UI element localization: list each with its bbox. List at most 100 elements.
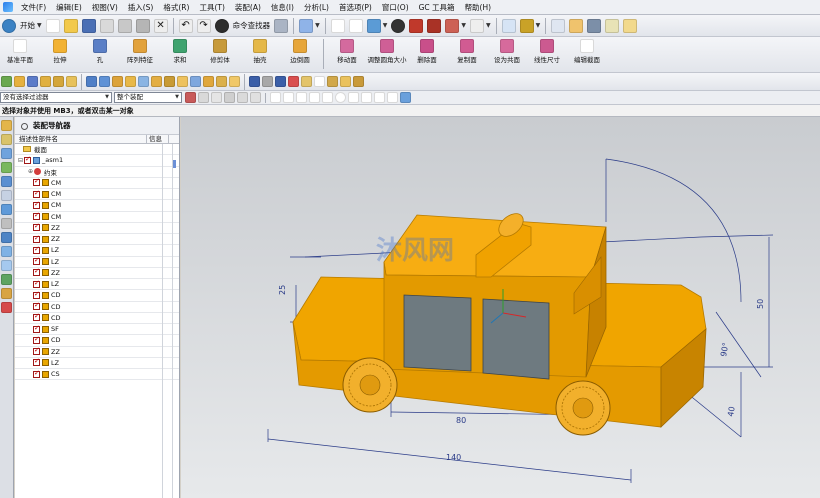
control-point-icon[interactable]: [309, 92, 320, 103]
constraint-navigator-tab-icon[interactable]: [1, 134, 12, 145]
replace-icon[interactable]: [177, 76, 188, 87]
tree-row-part[interactable]: LZ: [15, 357, 179, 369]
visual-tab-icon[interactable]: [1, 288, 12, 299]
deselect-icon[interactable]: [211, 92, 222, 103]
redo-icon[interactable]: ↷: [196, 18, 211, 33]
make-coplanar-button[interactable]: 设为共面: [488, 39, 526, 64]
tree-row-root[interactable]: ⊟ _asm1: [15, 155, 179, 167]
unite-button[interactable]: 求和: [161, 39, 199, 64]
chevron-down-icon[interactable]: ▼: [536, 22, 541, 29]
reposition-icon[interactable]: [190, 76, 201, 87]
tree-row-part[interactable]: LZ: [15, 279, 179, 291]
copy-face-button[interactable]: 复制面: [448, 39, 486, 64]
properties-icon[interactable]: [340, 76, 351, 87]
visibility-checkbox[interactable]: [33, 189, 40, 198]
menu-information[interactable]: 信息(I): [266, 0, 299, 15]
tree-row-part[interactable]: CS: [15, 369, 179, 381]
measure-icon[interactable]: [605, 18, 620, 33]
snap-settings-icon[interactable]: [400, 92, 411, 103]
triangle-icon[interactable]: [314, 76, 325, 87]
select-face-icon[interactable]: [237, 92, 248, 103]
edge-blend-button[interactable]: 边倒圆: [281, 39, 319, 64]
chevron-down-icon[interactable]: ▼: [383, 22, 388, 29]
tree-row-part[interactable]: ZZ: [15, 346, 179, 358]
select-all-icon[interactable]: [198, 92, 209, 103]
tree-row-part[interactable]: SF: [15, 324, 179, 336]
clearance-icon[interactable]: [216, 76, 227, 87]
visibility-checkbox[interactable]: [33, 335, 40, 344]
wave-icon[interactable]: [203, 76, 214, 87]
visibility-checkbox[interactable]: [33, 177, 40, 187]
component-icon[interactable]: [99, 76, 110, 87]
analysis-icon[interactable]: [587, 18, 602, 33]
assembly-navigator-tab-icon[interactable]: [1, 120, 12, 131]
mirror-icon[interactable]: [151, 76, 162, 87]
stop-icon[interactable]: [288, 76, 299, 87]
chevron-down-icon[interactable]: ▼: [37, 22, 42, 29]
visibility-checkbox[interactable]: [33, 312, 40, 322]
layer-icon[interactable]: [501, 18, 516, 33]
edit-section-button[interactable]: 编辑截面: [568, 39, 606, 64]
section-view-icon[interactable]: [445, 18, 460, 33]
arc-center-icon[interactable]: [335, 92, 346, 103]
copy-icon[interactable]: [117, 18, 132, 33]
tree-row-part[interactable]: CM: [15, 200, 179, 212]
pattern-feature-button[interactable]: 阵列特征: [121, 39, 159, 64]
revolve-icon[interactable]: [53, 76, 64, 87]
roles-tab-icon[interactable]: [1, 246, 12, 257]
tree-row-part[interactable]: CD: [15, 312, 179, 324]
scrollbar-thumb[interactable]: [173, 160, 176, 168]
save-icon[interactable]: [81, 18, 96, 33]
tree-row-part[interactable]: ZZ: [15, 222, 179, 234]
tree-row-part[interactable]: ZZ: [15, 267, 179, 279]
reuse-library-tab-icon[interactable]: [1, 162, 12, 173]
clock-icon[interactable]: [1, 232, 12, 243]
tube-icon[interactable]: [66, 76, 77, 87]
start-button[interactable]: 开始: [18, 20, 37, 31]
tree-row-part[interactable]: CM: [15, 189, 179, 201]
menu-tools[interactable]: 工具(T): [194, 0, 229, 15]
hole-button[interactable]: 孔: [81, 39, 119, 64]
extrude-button[interactable]: 拉伸: [41, 39, 79, 64]
select-edge-icon[interactable]: [250, 92, 261, 103]
visibility-checkbox[interactable]: [33, 211, 40, 221]
visibility-checkbox[interactable]: [33, 245, 40, 254]
mate-icon[interactable]: [125, 76, 136, 87]
mid-point-icon[interactable]: [296, 92, 307, 103]
zoom-icon[interactable]: [348, 18, 363, 33]
graphics-window[interactable]: 25 50 80 140 90° 40 沐风网: [181, 117, 820, 498]
visibility-checkbox[interactable]: [33, 222, 40, 232]
visibility-checkbox[interactable]: [33, 256, 40, 266]
edit-icon[interactable]: [249, 76, 260, 87]
menu-edit[interactable]: 编辑(E): [51, 0, 87, 15]
model-view[interactable]: 25 50 80 140 90° 40 沐风网: [181, 117, 820, 498]
sketch-icon[interactable]: [1, 76, 12, 87]
tree-row-part[interactable]: CM: [15, 177, 179, 189]
trim-body-button[interactable]: 修剪体: [201, 39, 239, 64]
web-browser-tab-icon[interactable]: [1, 176, 12, 187]
touch-mode-icon[interactable]: [274, 18, 289, 33]
assembly-icon[interactable]: [86, 76, 97, 87]
column-header-name[interactable]: 描述性部件名: [15, 135, 147, 143]
visibility-checkbox[interactable]: [24, 155, 31, 164]
menu-window[interactable]: 窗口(O): [377, 0, 414, 15]
shell-button[interactable]: 抽壳: [241, 39, 279, 64]
chevron-down-icon[interactable]: ▼: [315, 22, 320, 29]
chevron-down-icon[interactable]: ▼: [486, 22, 491, 29]
menu-gc-toolkit[interactable]: GC 工具箱: [414, 0, 460, 15]
menu-format[interactable]: 格式(R): [158, 0, 194, 15]
constraint-icon[interactable]: [112, 76, 123, 87]
menu-view[interactable]: 视图(V): [87, 0, 123, 15]
history-tab-icon[interactable]: [1, 190, 12, 201]
column-header-info[interactable]: 信息: [147, 135, 169, 143]
visibility-checkbox[interactable]: [33, 279, 40, 288]
pin-icon[interactable]: [21, 122, 28, 130]
sweep-icon[interactable]: [40, 76, 51, 87]
note-icon[interactable]: [301, 76, 312, 87]
visibility-checkbox[interactable]: [33, 324, 40, 333]
snap-point-icon[interactable]: [270, 92, 281, 103]
group-icon[interactable]: [353, 76, 364, 87]
move-icon[interactable]: [299, 18, 314, 33]
menu-preferences[interactable]: 首选项(P): [334, 0, 377, 15]
tree-row-part[interactable]: ZZ: [15, 234, 179, 246]
